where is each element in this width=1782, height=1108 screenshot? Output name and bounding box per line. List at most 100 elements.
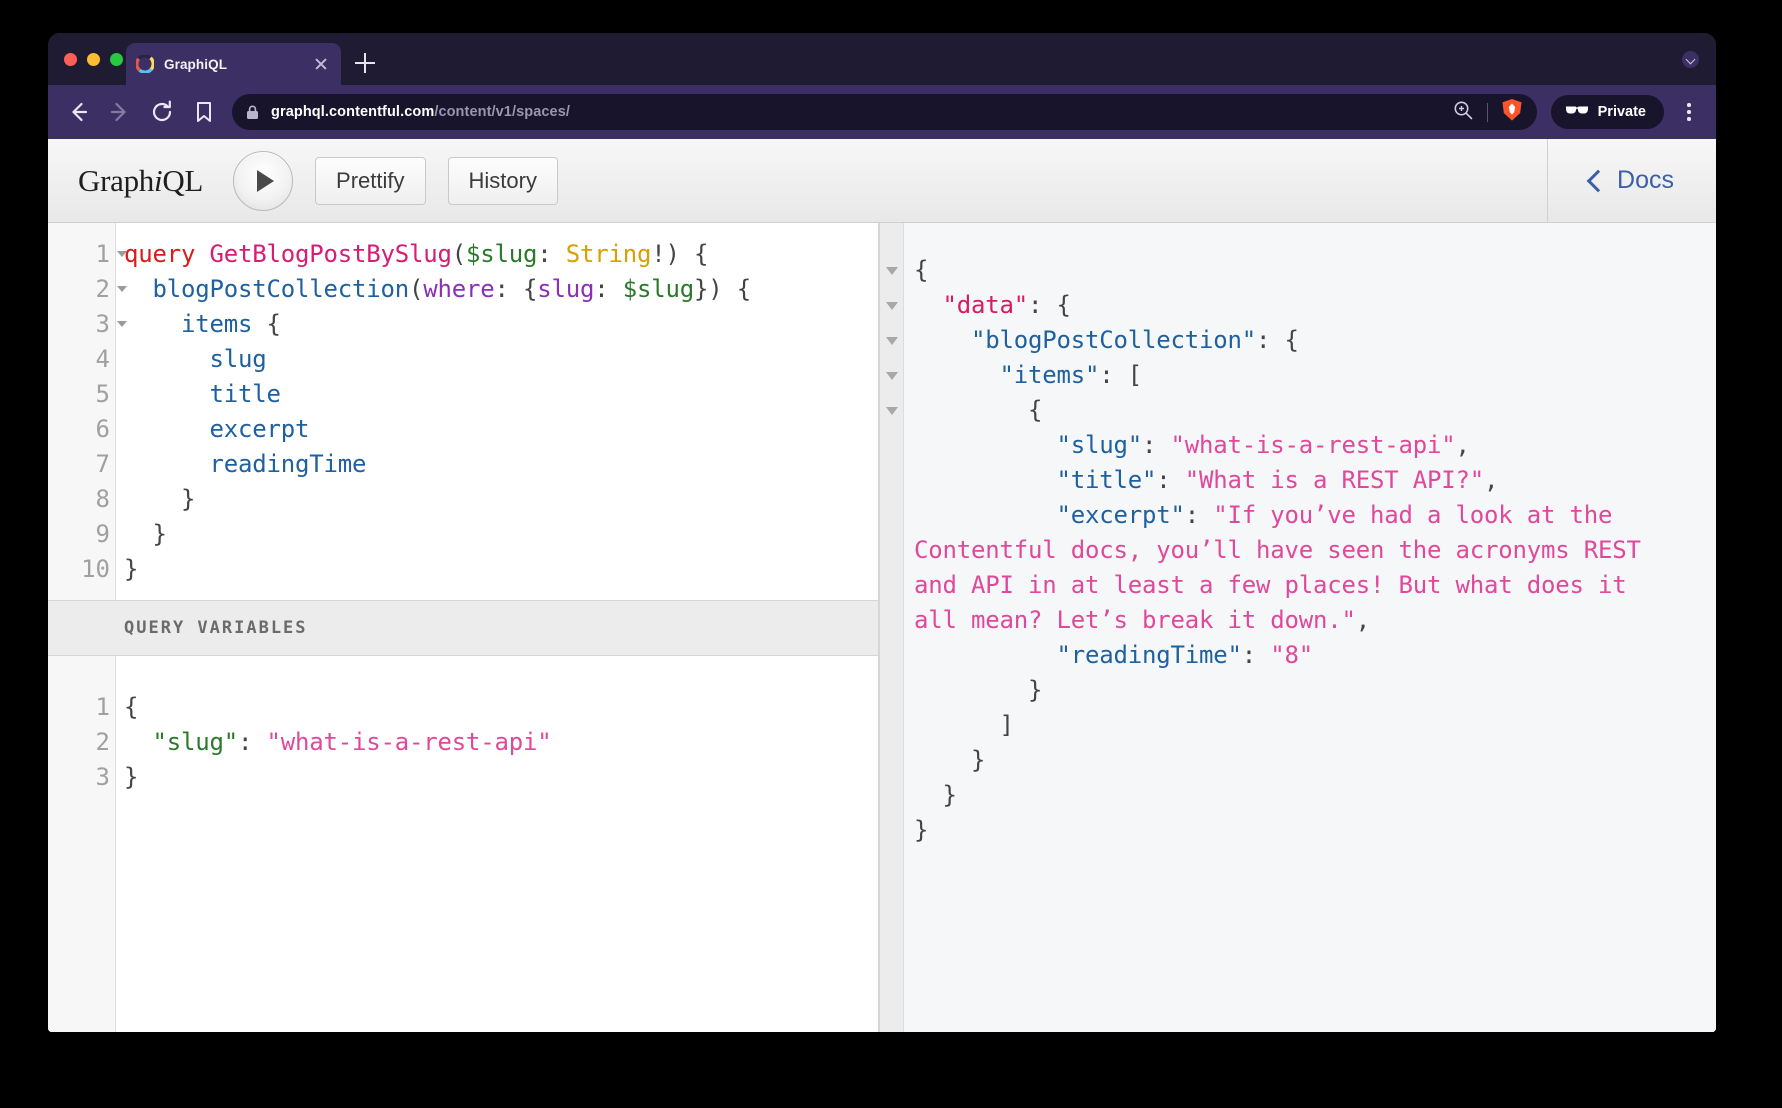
code-token: "slug": [1057, 431, 1143, 459]
fold-triangle-icon[interactable]: [880, 323, 903, 358]
code-token: blogPostCollection: [153, 275, 410, 303]
line-number: 3: [48, 760, 115, 795]
private-mode-indicator[interactable]: Private: [1551, 95, 1664, 129]
code-line: query GetBlogPostBySlug($slug: String!) …: [124, 237, 878, 272]
code-token: "data": [943, 291, 1029, 319]
fold-triangle-icon[interactable]: [117, 321, 127, 327]
code-line: "excerpt": "If you’ve had a look at the: [914, 498, 1716, 533]
address-bar-actions: [1438, 98, 1523, 127]
code-token: [914, 291, 943, 319]
code-token: readingTime: [210, 450, 367, 478]
code-token: {: [252, 310, 281, 338]
code-token: }: [124, 763, 138, 791]
code-line: "readingTime": "8": [914, 638, 1716, 673]
result-fold-gutter[interactable]: [880, 223, 904, 1032]
code-line: }: [914, 743, 1716, 778]
variables-code[interactable]: { "slug": "what-is-a-rest-api"}: [116, 656, 878, 1033]
play-icon: [257, 170, 274, 192]
reload-icon[interactable]: [148, 98, 176, 126]
fold-triangle-icon[interactable]: [880, 358, 903, 393]
code-line: "blogPostCollection": {: [914, 323, 1716, 358]
code-token: all mean? Let’s break it down.": [914, 606, 1356, 634]
code-token: "excerpt": [1057, 501, 1185, 529]
execute-query-button[interactable]: [233, 151, 293, 211]
line-number: 2: [48, 725, 115, 760]
browser-tab-strip: GraphiQL: [48, 33, 1716, 85]
code-token: slug: [537, 275, 594, 303]
query-pane: 12345678910 query GetBlogPostBySlug($slu…: [48, 223, 879, 1032]
docs-button[interactable]: Docs: [1547, 139, 1716, 222]
fold-triangle-icon[interactable]: [880, 253, 903, 288]
code-token: "blogPostCollection": [971, 326, 1256, 354]
code-line: blogPostCollection(where: {slug: $slug})…: [124, 272, 878, 307]
code-token: :: [238, 728, 267, 756]
graphiql-logo: GraphiQL: [78, 163, 203, 199]
kebab-menu-icon[interactable]: [1678, 99, 1700, 125]
maximize-window-button[interactable]: [110, 53, 123, 66]
history-button[interactable]: History: [448, 157, 558, 205]
code-token: [124, 345, 210, 373]
code-token: "what-is-a-rest-api": [267, 728, 552, 756]
query-variables-header[interactable]: QUERY VARIABLES: [48, 600, 878, 656]
code-token: items: [181, 310, 252, 338]
code-token: ,: [1456, 431, 1470, 459]
url-path: /content/v1/spaces/: [434, 104, 570, 120]
code-token: }: [124, 520, 167, 548]
code-token: ,: [1484, 466, 1498, 494]
prettify-button[interactable]: Prettify: [315, 157, 425, 205]
fold-triangle-icon[interactable]: [880, 393, 903, 428]
code-token: :: [1156, 466, 1185, 494]
line-number: 3: [48, 307, 115, 342]
code-token: "readingTime": [1057, 641, 1242, 669]
code-line: all mean? Let’s break it down.",: [914, 603, 1716, 638]
line-number: 9: [48, 517, 115, 552]
query-code[interactable]: query GetBlogPostBySlug($slug: String!) …: [116, 223, 878, 600]
close-window-button[interactable]: [64, 53, 77, 66]
code-token: }: [914, 781, 957, 809]
code-line: }: [914, 813, 1716, 848]
tabstrip-menu-button[interactable]: [1682, 51, 1700, 69]
code-line: }: [914, 673, 1716, 708]
private-label: Private: [1598, 104, 1646, 120]
code-token: }: [914, 816, 928, 844]
back-arrow-icon[interactable]: [64, 98, 92, 126]
fold-triangle-icon[interactable]: [117, 286, 127, 292]
chevron-down-circle-icon: [1682, 51, 1699, 68]
code-token: [914, 361, 1000, 389]
code-line: title: [124, 377, 878, 412]
code-token: [914, 466, 1057, 494]
code-token: where: [423, 275, 494, 303]
code-token: [914, 501, 1057, 529]
code-line: "items": [: [914, 358, 1716, 393]
code-line: }: [124, 552, 878, 587]
zoom-magnifier-icon[interactable]: [1452, 99, 1474, 126]
query-variables-label: QUERY VARIABLES: [124, 618, 308, 638]
code-token: [124, 275, 153, 303]
code-token: excerpt: [210, 415, 310, 443]
address-bar[interactable]: graphql.contentful.com/content/v1/spaces…: [232, 94, 1537, 130]
line-number: 6: [48, 412, 115, 447]
forward-arrow-icon[interactable]: [106, 98, 134, 126]
brave-shield-icon[interactable]: [1501, 98, 1523, 127]
graphiql-panes: 12345678910 query GetBlogPostBySlug($slu…: [48, 223, 1716, 1032]
query-variables-editor[interactable]: 123 { "slug": "what-is-a-rest-api"}: [48, 656, 878, 1033]
code-token: :: [537, 240, 566, 268]
code-token: : {: [1256, 326, 1299, 354]
bookmark-icon[interactable]: [190, 98, 218, 126]
code-line: }: [124, 482, 878, 517]
logo-suffix: QL: [162, 163, 203, 198]
fold-triangle-icon[interactable]: [880, 288, 903, 323]
browser-tab[interactable]: GraphiQL: [126, 43, 341, 85]
close-icon[interactable]: [311, 54, 331, 74]
line-number: 5: [48, 377, 115, 412]
fold-triangle-icon[interactable]: [117, 251, 127, 257]
new-tab-button[interactable]: [353, 51, 377, 75]
code-token: query: [124, 240, 210, 268]
code-token: [124, 728, 153, 756]
query-line-numbers: 12345678910: [48, 223, 116, 600]
code-token: (: [452, 240, 466, 268]
code-token: [914, 326, 971, 354]
sunglasses-icon: [1565, 103, 1589, 122]
query-editor[interactable]: 12345678910 query GetBlogPostBySlug($slu…: [48, 223, 878, 600]
minimize-window-button[interactable]: [87, 53, 100, 66]
